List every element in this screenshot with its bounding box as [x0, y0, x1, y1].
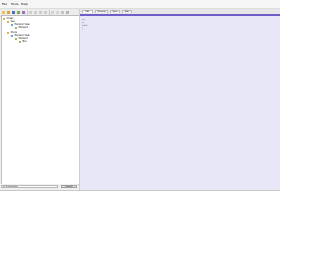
delete-icon[interactable] [44, 10, 47, 14]
redo-icon[interactable] [56, 10, 59, 14]
menu-bar [0, 0, 280, 9]
folder-icon [3, 17, 5, 20]
launch-button[interactable]: Launch [61, 184, 77, 188]
selection-field[interactable]: sr 5 selections [1, 184, 58, 188]
window-icon [11, 34, 13, 37]
settings-icon[interactable] [22, 10, 25, 14]
tree-item-label: Element [18, 26, 28, 29]
window-icon [11, 23, 13, 26]
element-icon [15, 37, 17, 40]
tree-item-label: Box [22, 40, 27, 43]
refresh-icon[interactable] [66, 10, 69, 14]
cut-icon[interactable] [29, 10, 32, 14]
tree-panel[interactable] [1, 15, 80, 185]
search-icon[interactable] [61, 10, 64, 14]
editor-content[interactable] [80, 16, 280, 190]
folder-icon [7, 20, 9, 23]
folder-icon[interactable] [7, 10, 10, 14]
tab-preview[interactable]: Preview [95, 9, 108, 14]
open-icon[interactable] [2, 10, 5, 14]
content-line: } [82, 28, 84, 30]
menu-file[interactable]: File [2, 2, 7, 6]
app-window: File Tools Help Ocean Sea Explorer View … [0, 0, 280, 191]
menu-help[interactable]: Help [21, 2, 28, 6]
new-file-icon[interactable] [17, 10, 20, 14]
box-icon [19, 40, 21, 43]
paste-icon[interactable] [39, 10, 42, 14]
element-icon [15, 26, 17, 29]
tree-item-element[interactable]: Element [15, 26, 28, 29]
menu-tools[interactable]: Tools [11, 2, 18, 6]
tab-save[interactable]: Save [110, 9, 120, 14]
tab-edit[interactable]: Edit [82, 9, 93, 14]
folder-icon [7, 31, 9, 34]
save-icon[interactable] [12, 10, 15, 14]
tab-run[interactable]: Run [122, 9, 132, 14]
undo-icon[interactable] [51, 10, 54, 14]
copy-icon[interactable] [34, 10, 37, 14]
tree-item-box[interactable]: Box [19, 40, 27, 43]
